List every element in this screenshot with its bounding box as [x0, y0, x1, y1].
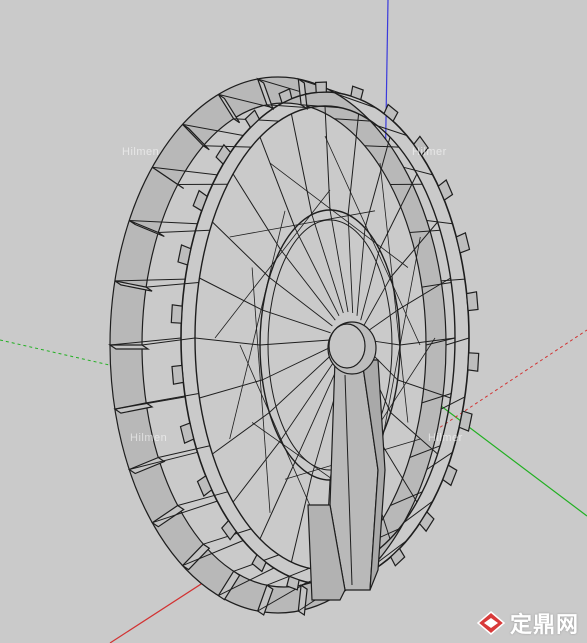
paddle — [108, 344, 150, 350]
site-logo: 定鼎网 — [476, 607, 579, 639]
paddle-edge — [441, 278, 465, 282]
watermark-4: Hilmer — [428, 432, 463, 444]
watermark-1: Hilmen — [122, 146, 160, 158]
rim-tooth — [442, 464, 458, 487]
paddle-edge — [426, 220, 453, 225]
watermark-2: Hilmer — [412, 146, 447, 158]
axle-face — [328, 323, 366, 369]
logo-text: 定鼎网 — [509, 613, 579, 638]
dingding-logo-icon — [476, 611, 506, 635]
rim-tooth — [455, 231, 471, 254]
rim-tooth — [314, 81, 328, 94]
rim-tooth — [170, 304, 183, 324]
rim-tooth — [437, 179, 454, 202]
waterwheel-model — [0, 0, 587, 643]
rim-tooth — [171, 364, 185, 385]
rim-tooth — [467, 352, 480, 372]
paddle-edge — [440, 396, 466, 410]
back-rim-inner — [141, 102, 427, 588]
rim-tooth — [418, 510, 435, 533]
rim-tooth — [350, 85, 364, 101]
modeling-viewport[interactable]: Hilmen Hilmer Hilmen Hilmer 定鼎网 — [0, 0, 587, 643]
watermark-3: Hilmen — [130, 432, 168, 444]
rim-tooth — [465, 291, 479, 312]
